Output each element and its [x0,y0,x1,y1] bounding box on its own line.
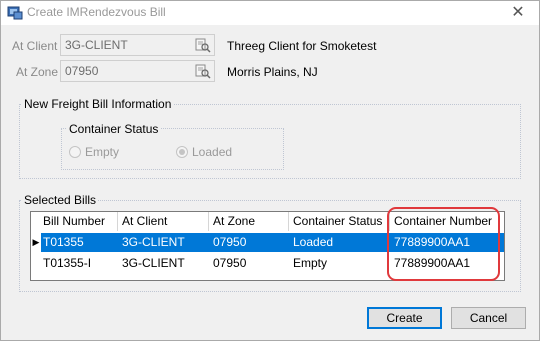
column-header-at-client[interactable]: At Client [118,212,209,231]
at-zone-field[interactable]: 07950 [60,60,215,82]
close-icon[interactable]: ✕ [503,3,533,23]
at-client-lookup-icon[interactable] [193,35,213,55]
cell-at-client: 3G-CLIENT [122,256,185,270]
container-number-highlight [387,207,500,281]
cell-at-zone: 07950 [213,235,247,249]
empty-radio[interactable] [69,146,81,158]
create-button[interactable]: Create [367,307,442,329]
cell-at-zone: 07950 [213,256,247,270]
window-title: Create IMRendezvous Bill [27,5,166,19]
selected-bills-legend: Selected Bills [22,193,99,207]
empty-radio-label: Empty [85,145,120,159]
column-header-bill-number[interactable]: Bill Number [39,212,118,231]
column-header-at-zone[interactable]: At Zone [209,212,289,231]
column-header-container-status[interactable]: Container Status [289,212,390,231]
cell-bill-number: T01355 [43,235,84,249]
freight-info-legend: New Freight Bill Information [22,97,174,111]
at-client-description: Threeg Client for Smoketest [227,39,377,53]
at-client-field[interactable]: 3G-CLIENT [60,34,215,56]
at-zone-label: At Zone [16,65,59,79]
at-zone-description: Morris Plains, NJ [227,65,318,79]
loaded-radio[interactable] [176,146,188,158]
cell-at-client: 3G-CLIENT [122,235,185,249]
container-status-legend: Container Status [67,122,161,136]
app-icon [7,6,23,20]
title-bar: Create IMRendezvous Bill ✕ [1,1,539,25]
cell-container-status: Empty [293,256,328,270]
loaded-radio-label: Loaded [192,145,233,159]
at-client-label: At Client [12,39,58,53]
dialog-window: Create IMRendezvous Bill ✕ At Client 3G-… [0,0,540,341]
cell-container-status: Loaded [293,235,334,249]
at-zone-lookup-icon[interactable] [193,61,213,81]
cancel-button[interactable]: Cancel [451,307,526,329]
cell-bill-number: T01355-I [43,256,92,270]
